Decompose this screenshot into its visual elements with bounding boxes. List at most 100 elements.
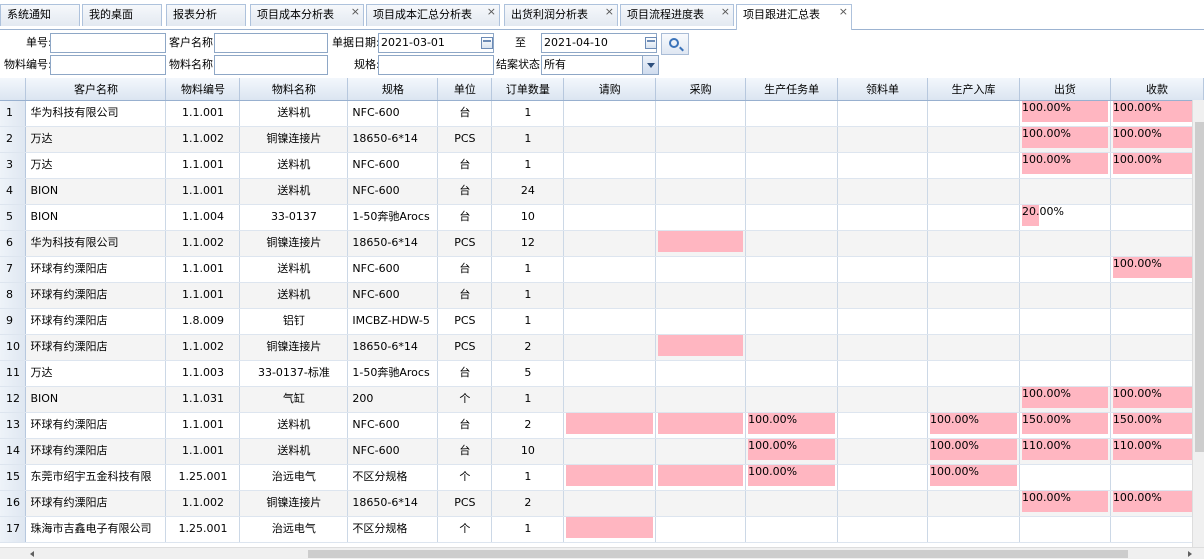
- header-spec[interactable]: 规格: [347, 78, 439, 101]
- cell-mat-name[interactable]: 治远电气: [239, 464, 349, 491]
- progress-cell-ship[interactable]: 100.00%: [1019, 126, 1111, 153]
- progress-cell-pay[interactable]: [1110, 204, 1204, 231]
- progress-cell-pay[interactable]: 100.00%: [1110, 256, 1204, 283]
- date-to-input[interactable]: 2021-04-10: [541, 33, 657, 53]
- cell-spec[interactable]: NFC-600: [347, 100, 439, 127]
- scrollbar-thumb[interactable]: [308, 550, 1128, 558]
- cell-qty[interactable]: 24: [491, 178, 565, 205]
- table-row[interactable]: 10 环球有约溧阳店 1.1.002 铜镍连接片 18650-6*14 PCS 2: [0, 334, 1204, 361]
- progress-cell-stock[interactable]: [927, 126, 1020, 153]
- progress-cell-pick[interactable]: [837, 282, 929, 309]
- progress-cell-pur[interactable]: [655, 490, 747, 517]
- search-button[interactable]: [661, 33, 689, 55]
- cell-unit[interactable]: PCS: [437, 230, 493, 257]
- progress-cell-ship[interactable]: 150.00%: [1019, 412, 1111, 439]
- progress-cell-req[interactable]: [563, 464, 657, 491]
- cell-unit[interactable]: PCS: [437, 334, 493, 361]
- progress-cell-req[interactable]: [563, 412, 657, 439]
- cell-customer[interactable]: 万达: [25, 360, 167, 387]
- cell-qty[interactable]: 10: [491, 438, 565, 465]
- progress-cell-task[interactable]: 100.00%: [745, 412, 839, 439]
- cell-unit[interactable]: PCS: [437, 126, 493, 153]
- cell-qty[interactable]: 1: [491, 516, 565, 543]
- table-row[interactable]: 13 环球有约溧阳店 1.1.001 送料机 NFC-600 台 2 100.00% 100.0…: [0, 412, 1204, 439]
- progress-cell-req[interactable]: [563, 516, 657, 543]
- cell-mat-name[interactable]: 送料机: [239, 100, 349, 127]
- progress-cell-pay[interactable]: 110.00%: [1110, 438, 1204, 465]
- progress-cell-pick[interactable]: [837, 386, 929, 413]
- header-material-name[interactable]: 物料名称: [239, 78, 349, 101]
- progress-cell-stock[interactable]: [927, 360, 1020, 387]
- cell-unit[interactable]: PCS: [437, 490, 493, 517]
- progress-cell-pur[interactable]: [655, 412, 747, 439]
- cell-unit[interactable]: 个: [437, 464, 493, 491]
- cell-mat-no[interactable]: 1.1.004: [165, 204, 241, 231]
- tab-report-analysis[interactable]: 报表分析: [166, 4, 246, 26]
- progress-cell-pay[interactable]: 100.00%: [1110, 386, 1204, 413]
- progress-cell-req[interactable]: [563, 308, 657, 335]
- chevron-down-icon[interactable]: [642, 56, 658, 74]
- progress-cell-ship[interactable]: [1019, 230, 1111, 257]
- progress-cell-pick[interactable]: [837, 334, 929, 361]
- cell-spec[interactable]: 18650-6*14: [347, 490, 439, 517]
- scroll-right-arrow-icon[interactable]: [1188, 551, 1192, 557]
- progress-cell-task[interactable]: [745, 230, 839, 257]
- progress-cell-pur[interactable]: [655, 230, 747, 257]
- horizontal-scrollbar[interactable]: [0, 547, 1204, 559]
- cell-customer[interactable]: 环球有约溧阳店: [25, 490, 167, 517]
- cell-mat-name[interactable]: 铜镍连接片: [239, 126, 349, 153]
- progress-cell-stock[interactable]: [927, 516, 1020, 543]
- cell-mat-name[interactable]: 送料机: [239, 282, 349, 309]
- table-row[interactable]: 2 万达 1.1.002 铜镍连接片 18650-6*14 PCS 1 100.00% 100.…: [0, 126, 1204, 153]
- progress-cell-pay[interactable]: [1110, 516, 1204, 543]
- progress-cell-ship[interactable]: 100.00%: [1019, 386, 1111, 413]
- progress-cell-stock[interactable]: [927, 334, 1020, 361]
- cell-customer[interactable]: BION: [25, 178, 167, 205]
- cell-unit[interactable]: 个: [437, 516, 493, 543]
- progress-cell-pur[interactable]: [655, 204, 747, 231]
- cell-mat-name[interactable]: 送料机: [239, 178, 349, 205]
- cell-unit[interactable]: 台: [437, 282, 493, 309]
- cell-spec[interactable]: 18650-6*14: [347, 230, 439, 257]
- header-material-no[interactable]: 物料编号: [165, 78, 241, 101]
- cell-qty[interactable]: 1: [491, 386, 565, 413]
- cell-mat-name[interactable]: 铜镍连接片: [239, 334, 349, 361]
- cell-customer[interactable]: BION: [25, 386, 167, 413]
- progress-cell-ship[interactable]: 20.00%: [1019, 204, 1111, 231]
- progress-cell-pay[interactable]: 150.00%: [1110, 412, 1204, 439]
- cell-qty[interactable]: 10: [491, 204, 565, 231]
- progress-cell-ship[interactable]: [1019, 334, 1111, 361]
- progress-cell-ship[interactable]: [1019, 360, 1111, 387]
- tab-my-desktop[interactable]: 我的桌面: [82, 4, 162, 26]
- cell-mat-name[interactable]: 送料机: [239, 152, 349, 179]
- header-picking[interactable]: 领料单: [837, 78, 929, 101]
- progress-cell-pur[interactable]: [655, 386, 747, 413]
- customer-input[interactable]: [214, 33, 328, 53]
- progress-cell-task[interactable]: [745, 256, 839, 283]
- table-row[interactable]: 11 万达 1.1.003 33-0137-标准 1-50奔驰Arocs 台 5: [0, 360, 1204, 387]
- cell-customer[interactable]: 环球有约溧阳店: [25, 334, 167, 361]
- progress-cell-pur[interactable]: [655, 126, 747, 153]
- cell-customer[interactable]: 东莞市绍宇五金科技有限: [25, 464, 167, 491]
- cell-mat-name[interactable]: 送料机: [239, 412, 349, 439]
- cell-unit[interactable]: 台: [437, 100, 493, 127]
- header-production-stock[interactable]: 生产入库: [927, 78, 1020, 101]
- vertical-scrollbar[interactable]: [1192, 100, 1204, 547]
- progress-cell-ship[interactable]: [1019, 308, 1111, 335]
- order-no-input[interactable]: [50, 33, 166, 53]
- calendar-icon[interactable]: [481, 37, 493, 49]
- progress-cell-stock[interactable]: [927, 386, 1020, 413]
- cell-mat-name[interactable]: 治远电气: [239, 516, 349, 543]
- progress-cell-pur[interactable]: [655, 152, 747, 179]
- progress-cell-stock[interactable]: [927, 230, 1020, 257]
- cell-unit[interactable]: 台: [437, 256, 493, 283]
- header-purchase[interactable]: 采购: [655, 78, 747, 101]
- progress-cell-pay[interactable]: [1110, 360, 1204, 387]
- progress-cell-pick[interactable]: [837, 360, 929, 387]
- progress-cell-pay[interactable]: [1110, 334, 1204, 361]
- progress-cell-ship[interactable]: 100.00%: [1019, 152, 1111, 179]
- table-row[interactable]: 5 BION 1.1.004 33-0137 1-50奔驰Arocs 台 10 20.00%: [0, 204, 1204, 231]
- progress-cell-pick[interactable]: [837, 256, 929, 283]
- progress-cell-pick[interactable]: [837, 178, 929, 205]
- cell-mat-no[interactable]: 1.1.001: [165, 282, 241, 309]
